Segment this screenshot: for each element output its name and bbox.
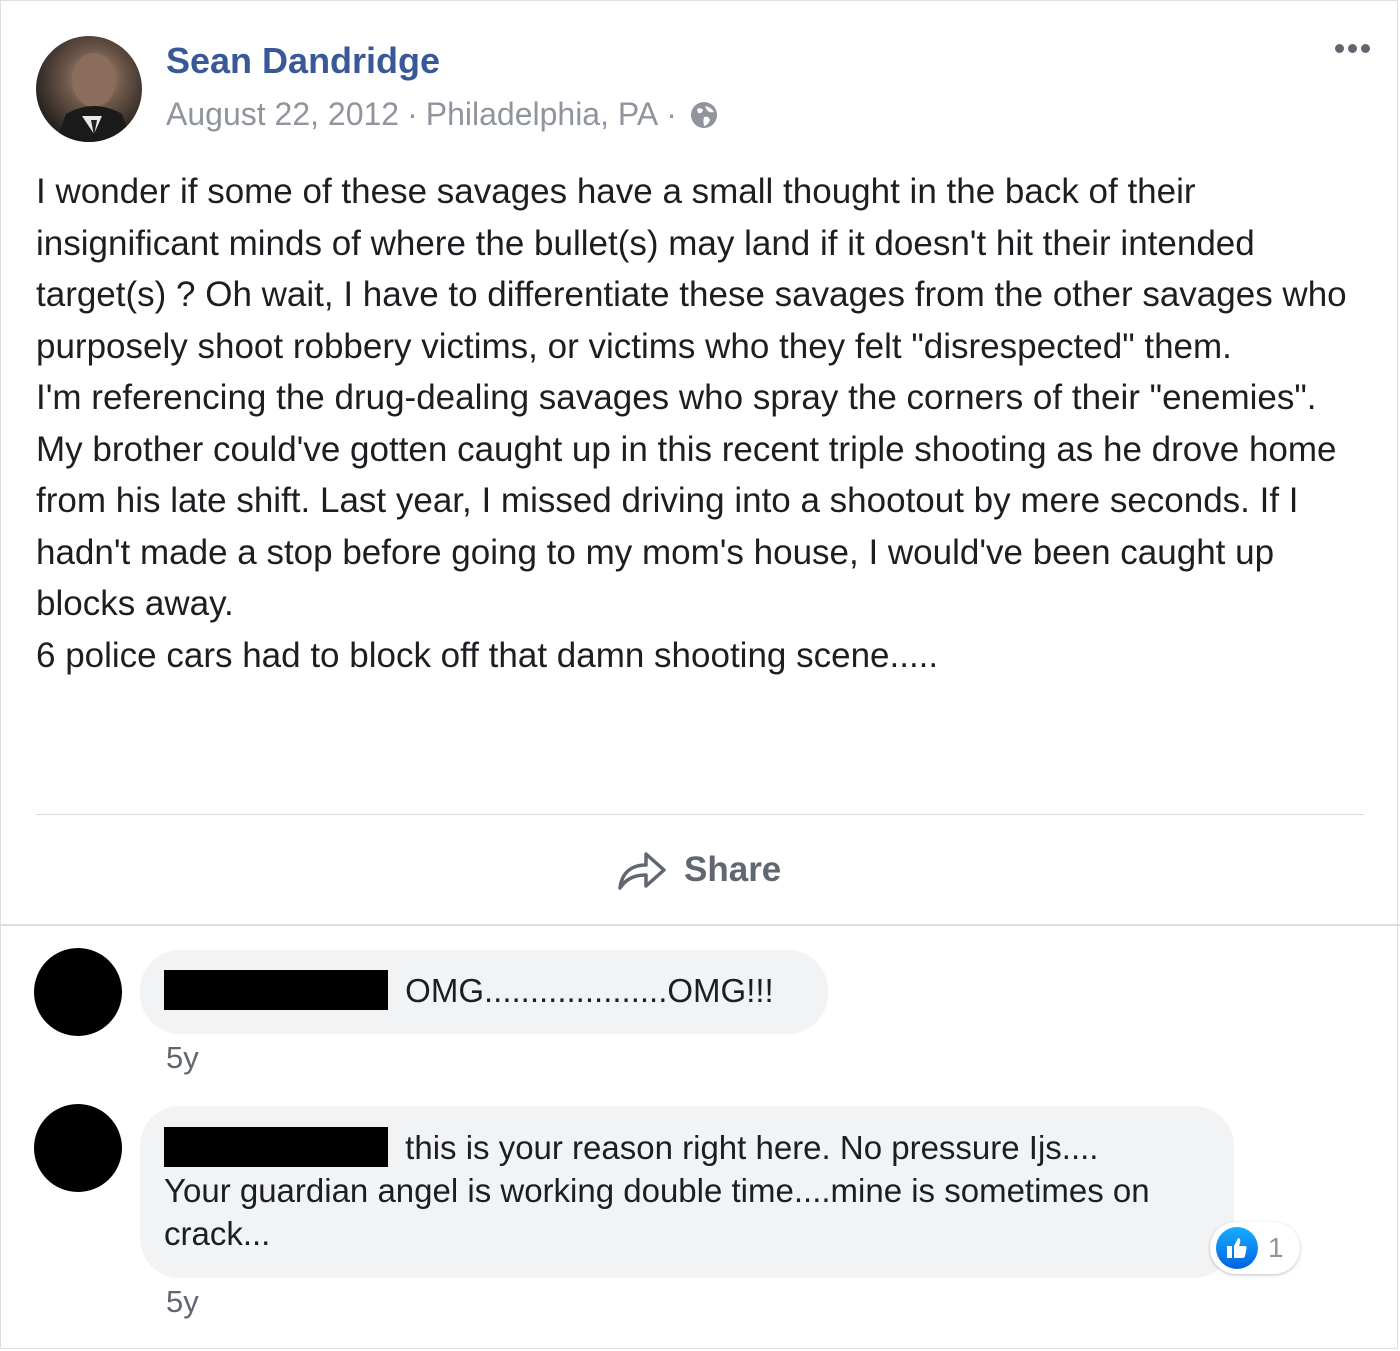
redacted-name <box>164 970 388 1010</box>
comment-text: OMG....................OMG!!! <box>405 972 774 1009</box>
comment-bubble: OMG....................OMG!!! <box>140 950 828 1034</box>
more-options-icon[interactable] <box>1335 44 1370 53</box>
post-location[interactable]: Philadelphia, PA <box>426 96 658 133</box>
comment-timestamp[interactable]: 5y <box>166 1040 199 1076</box>
comments-divider <box>0 924 1400 926</box>
post-paragraph: 6 police cars had to block off that damn… <box>36 635 939 675</box>
post-date[interactable]: August 22, 2012 <box>166 96 399 133</box>
post-divider <box>36 814 1364 815</box>
reaction-count: 1 <box>1268 1232 1284 1263</box>
globe-icon[interactable] <box>689 100 719 130</box>
author-avatar[interactable] <box>36 36 142 142</box>
redacted-name <box>164 1127 388 1167</box>
commenter-avatar[interactable] <box>34 948 122 1036</box>
post-paragraph: I wonder if some of these savages have a… <box>36 172 1347 366</box>
reaction-summary[interactable]: 1 <box>1210 1222 1300 1274</box>
comment-text: this is your reason right here. No press… <box>405 1129 1099 1166</box>
meta-separator: · <box>407 96 418 132</box>
post-paragraph: My brother could've gotten caught up in … <box>36 429 1337 624</box>
like-icon <box>1216 1227 1258 1269</box>
meta-separator: · <box>666 96 677 132</box>
share-label: Share <box>684 850 782 889</box>
author-name-link[interactable]: Sean Dandridge <box>166 40 440 82</box>
post-meta: August 22, 2012 · Philadelphia, PA · <box>166 96 719 133</box>
comment-timestamp[interactable]: 5y <box>166 1284 199 1320</box>
post-paragraph: I'm referencing the drug-dealing savages… <box>36 378 1317 417</box>
commenter-avatar[interactable] <box>34 1104 122 1192</box>
share-button[interactable]: Share <box>616 846 781 894</box>
comment-bubble: this is your reason right here. No press… <box>140 1106 1234 1278</box>
post-body: I wonder if some of these savages have a… <box>36 166 1366 681</box>
comment-text-continued: Your guardian angel is working double ti… <box>164 1172 1150 1252</box>
share-arrow-icon <box>618 852 666 890</box>
